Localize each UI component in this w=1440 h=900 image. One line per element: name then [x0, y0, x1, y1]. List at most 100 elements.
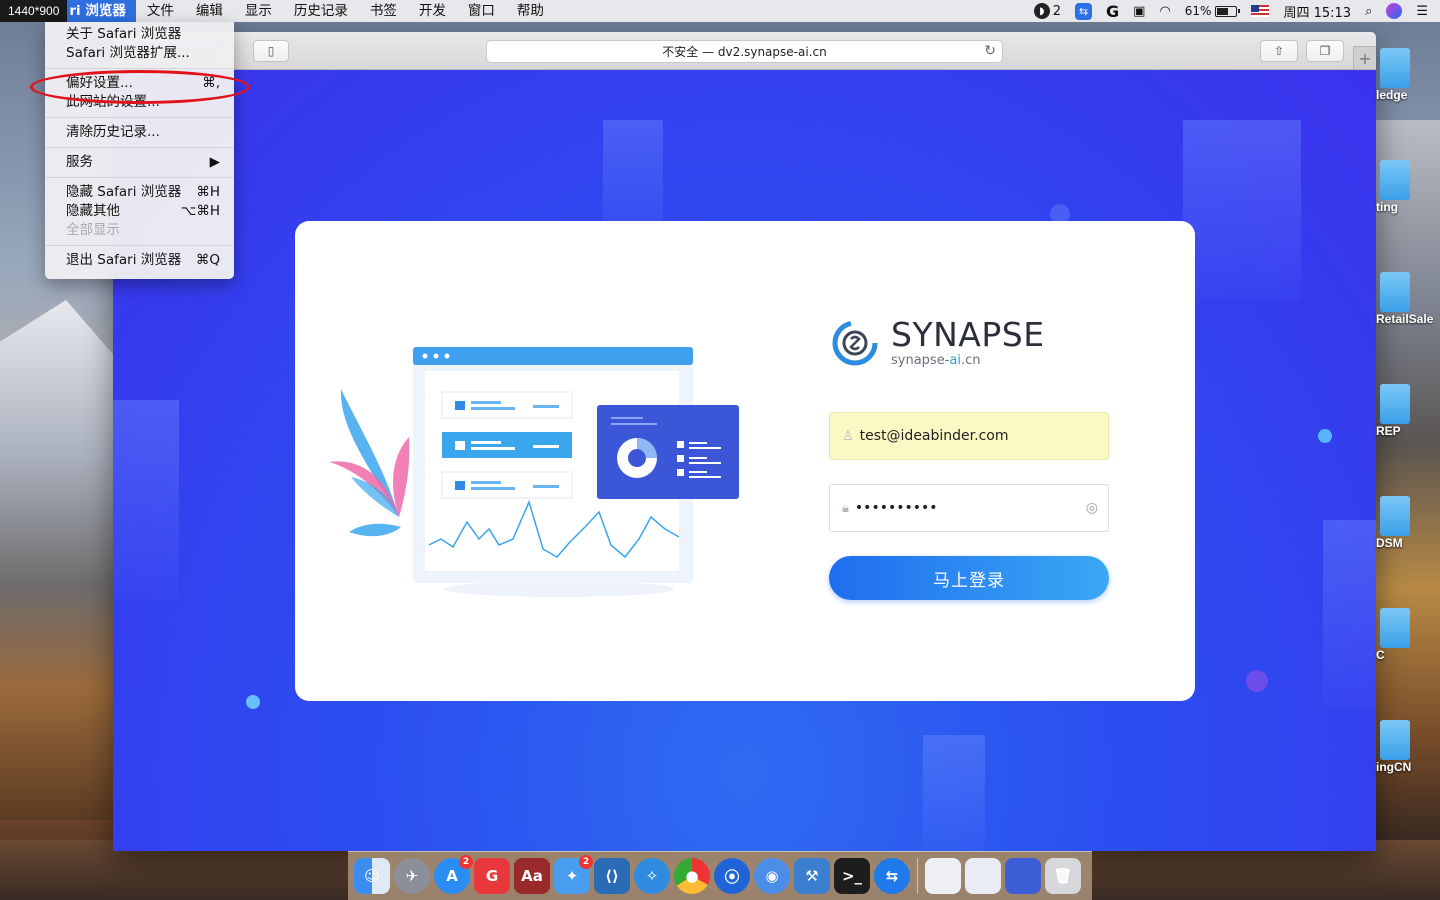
vscode-icon[interactable]: ⟨⟩: [594, 858, 630, 894]
trash-icon[interactable]: 🗑︎: [1045, 858, 1081, 894]
desktop-item[interactable]: RetailSale: [1376, 272, 1440, 326]
menu-app-safari[interactable]: ri 浏览器: [67, 0, 136, 22]
safari-icon[interactable]: ✧: [634, 858, 670, 894]
brand-title: SYNAPSE: [891, 315, 1045, 354]
menu-window[interactable]: 窗口: [457, 0, 506, 22]
domain-suffix: .cn: [960, 353, 981, 368]
terminal-icon[interactable]: >_: [834, 858, 870, 894]
menu-item-services[interactable]: 服务 ▶: [45, 153, 234, 172]
menu-item-shortcut: ⌥⌘H: [180, 203, 220, 219]
safari-app-menu: 关于 Safari 浏览器 Safari 浏览器扩展... 偏好设置... ⌘, …: [45, 22, 234, 279]
folder-icon: [1380, 272, 1410, 312]
menu-history[interactable]: 历史记录: [283, 0, 359, 22]
desktop-item[interactable]: ting: [1376, 160, 1440, 214]
window-thumbnail-icon[interactable]: [965, 858, 1001, 894]
desktop-item-label: ingCN: [1376, 760, 1412, 774]
deco-dot: [1246, 670, 1268, 692]
chrome-icon[interactable]: ●: [674, 858, 710, 894]
finder-icon[interactable]: ☺: [354, 858, 390, 894]
dock-separator: [917, 858, 918, 894]
folder-icon: [1380, 48, 1410, 88]
menu-separator: [45, 117, 234, 118]
notification-count: 2: [1052, 3, 1061, 19]
domain-highlight: ai: [949, 353, 961, 368]
menu-item-hide-others[interactable]: 隐藏其他 ⌥⌘H: [45, 202, 234, 221]
window-thumbnail-icon[interactable]: [925, 858, 961, 894]
desktop-item-label: REP: [1376, 424, 1401, 438]
new-tab-button[interactable]: +: [1353, 46, 1376, 70]
menu-separator: [45, 177, 234, 178]
reload-icon[interactable]: ↻: [984, 43, 996, 59]
g-app-status-icon[interactable]: G: [1106, 0, 1119, 22]
synapse-logo-icon: [832, 320, 878, 366]
folder-icon: [1380, 384, 1410, 424]
deco-building: [1183, 120, 1301, 300]
address-bar[interactable]: 不安全 — dv2.synapse-ai.cn ↻: [486, 40, 1003, 63]
tabs-icon: ❐: [1319, 44, 1331, 58]
app-store-icon[interactable]: A2: [434, 855, 473, 894]
maps-pin-icon[interactable]: ⦿: [714, 858, 750, 894]
siri-icon[interactable]: [1386, 0, 1403, 22]
menu-item-about[interactable]: 关于 Safari 浏览器: [45, 25, 234, 44]
menu-item-label: Safari 浏览器扩展...: [66, 45, 190, 61]
desktop-item[interactable]: REP: [1376, 384, 1440, 438]
bird-app-icon[interactable]: ✦ 2: [554, 855, 593, 894]
desktop-item[interactable]: ingCN: [1376, 720, 1440, 774]
desktop-item[interactable]: C: [1376, 608, 1440, 662]
folder-icon: [1380, 496, 1410, 536]
window-thumbnail-icon[interactable]: [1005, 858, 1041, 894]
menu-edit[interactable]: 编辑: [185, 0, 234, 22]
password-value: ••••••••••: [854, 500, 938, 516]
teamviewer-status-icon[interactable]: ⇆: [1075, 0, 1092, 22]
launchpad-icon[interactable]: ✈: [394, 858, 430, 894]
login-card: SYNAPSE synapse-ai.cn ♙ test@ideabinder.…: [295, 221, 1195, 701]
notification-center-icon[interactable]: ☰: [1416, 0, 1428, 22]
brand-logo: SYNAPSE synapse-ai.cn: [829, 317, 1045, 369]
menu-item-label: 清除历史记录...: [66, 124, 160, 140]
menu-item-clear-history[interactable]: 清除历史记录...: [45, 123, 234, 142]
email-field[interactable]: ♙ test@ideabinder.com: [829, 412, 1109, 460]
menu-item-label: 隐藏 Safari 浏览器: [66, 184, 182, 200]
desktop-item[interactable]: ledge: [1376, 48, 1440, 102]
messages-status-icon[interactable]: ▣: [1133, 0, 1145, 22]
dictionary-icon[interactable]: Aa: [514, 858, 550, 894]
menu-item-shortcut: ⌘H: [196, 184, 220, 200]
menu-item-label: 全部显示: [66, 222, 120, 238]
clock[interactable]: 周四 15:13: [1283, 2, 1351, 21]
teamviewer-icon[interactable]: ⇆: [874, 858, 910, 894]
password-field[interactable]: 🔒︎ •••••••••• ◎: [829, 484, 1109, 532]
share-button[interactable]: ⇧: [1260, 40, 1298, 62]
folder-icon: [1380, 608, 1410, 648]
tabs-overview-button[interactable]: ❐: [1306, 40, 1344, 62]
xcode-icon[interactable]: ⚒: [794, 858, 830, 894]
login-button[interactable]: 马上登录: [829, 556, 1109, 600]
input-source-flag-icon[interactable]: [1251, 5, 1270, 17]
menu-item-extensions[interactable]: Safari 浏览器扩展...: [45, 44, 234, 63]
deco-building: [1323, 520, 1376, 710]
menu-view[interactable]: 显示: [234, 0, 283, 22]
chromium-icon[interactable]: ◉: [754, 858, 790, 894]
eye-off-icon[interactable]: ◎: [1086, 500, 1098, 516]
g-app-icon[interactable]: G: [474, 858, 510, 894]
sidebar-icon: ▯: [267, 44, 275, 58]
wifi-icon[interactable]: ◠: [1159, 0, 1170, 22]
spotlight-search-icon[interactable]: ⌕: [1365, 0, 1372, 22]
notification-status[interactable]: ◗ 2: [1033, 0, 1061, 22]
deco-dot: [1318, 429, 1332, 443]
sidebar-toggle-button[interactable]: ▯: [253, 40, 289, 62]
menu-bookmarks[interactable]: 书签: [359, 0, 408, 22]
lock-icon: 🔒︎: [842, 500, 849, 516]
resolution-badge: 1440*900: [0, 0, 68, 22]
submenu-arrow-icon: ▶: [209, 154, 220, 170]
menu-file[interactable]: 文件: [136, 0, 185, 22]
menu-item-hide-safari[interactable]: 隐藏 Safari 浏览器 ⌘H: [45, 183, 234, 202]
menu-item-quit[interactable]: 退出 Safari 浏览器 ⌘Q: [45, 251, 234, 270]
menu-item-shortcut: ⌘Q: [195, 252, 220, 268]
menu-develop[interactable]: 开发: [408, 0, 457, 22]
desktop-item[interactable]: DSM: [1376, 496, 1440, 550]
desktop-item-label: RetailSale: [1376, 312, 1434, 326]
battery-status[interactable]: 61%: [1185, 0, 1241, 22]
desktop-item-label: DSM: [1376, 536, 1403, 550]
menu-separator: [45, 68, 234, 69]
menu-help[interactable]: 帮助: [506, 0, 555, 22]
